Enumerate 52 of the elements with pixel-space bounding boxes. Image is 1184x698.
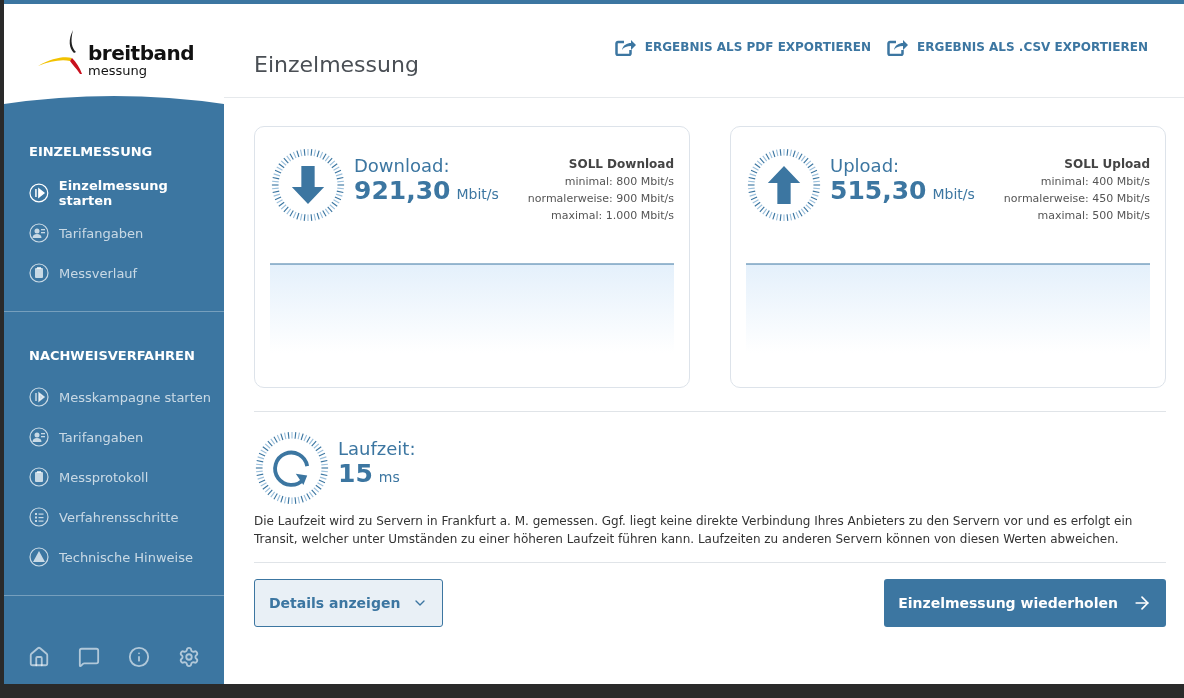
page-title: Einzelmessung bbox=[254, 52, 419, 79]
sidebar-item[interactable]: Tarifangaben bbox=[29, 417, 224, 457]
measurement-label: Download: bbox=[354, 155, 451, 176]
settings-icon[interactable] bbox=[178, 646, 200, 668]
share-icon bbox=[614, 38, 637, 56]
measurement-unit: Mbit/s bbox=[456, 186, 499, 202]
sidebar-item[interactable]: Messprotokoll bbox=[29, 457, 224, 497]
latency-gauge-icon bbox=[254, 430, 330, 506]
person-icon bbox=[29, 427, 49, 447]
latency-unit: ms bbox=[378, 469, 400, 485]
measurement-value: 515,30 bbox=[830, 176, 927, 205]
section-title: NACHWEISVERFAHREN bbox=[29, 348, 196, 363]
upload-gauge-icon bbox=[746, 147, 822, 223]
target-title: SOLL Upload bbox=[1064, 157, 1150, 171]
sidebar-item[interactable]: Messverlauf bbox=[29, 253, 224, 293]
logo-subtitle: messung bbox=[88, 64, 147, 78]
latency-note: Die Laufzeit wird zu Servern in Frankfurt a. M. gemessen. Ggf. liegt keine direkte Verbindung Ihres Anbieters zu den Servern vor und es erfolgt ein Transit, welcher unter Umständen zu einer höheren Laufzeit führen kann. Laufzeiten zu anderen Servern können von diesen Werten abweichen. bbox=[254, 513, 1134, 548]
download-gauge-icon bbox=[270, 147, 346, 223]
measurement-label: Upload: bbox=[830, 155, 901, 176]
latency-value: 15 bbox=[338, 459, 373, 488]
list-icon bbox=[29, 507, 49, 527]
section-title: EINZELMESSUNG bbox=[29, 144, 154, 159]
measurement-unit: Mbit/s bbox=[932, 186, 975, 202]
target-value: maximal: 1.000 Mbit/s bbox=[551, 209, 674, 222]
chat-icon[interactable] bbox=[78, 646, 100, 668]
info-icon[interactable] bbox=[128, 646, 150, 668]
sidebar-item[interactable]: Messkampagne starten bbox=[29, 377, 224, 417]
home-icon[interactable] bbox=[28, 646, 50, 668]
person-icon bbox=[29, 223, 49, 243]
target-value: maximal: 500 Mbit/s bbox=[1037, 209, 1150, 222]
export-link[interactable]: ERGEBNIS ALS PDF EXPORTIEREN bbox=[614, 38, 872, 56]
logo-wordmark: breitband bbox=[88, 42, 195, 64]
warning-icon bbox=[29, 547, 49, 567]
target-title: SOLL Download bbox=[568, 157, 674, 171]
sidebar-item[interactable]: Tarifangaben bbox=[29, 213, 224, 253]
export-link[interactable]: ERGEBNIS ALS .CSV EXPORTIEREN bbox=[887, 38, 1148, 56]
details-button[interactable]: Details anzeigen bbox=[254, 579, 444, 627]
share-icon bbox=[887, 38, 910, 56]
target-value: minimal: 400 Mbit/s bbox=[1040, 175, 1150, 188]
repeat-button[interactable]: Einzelmessung wiederholen bbox=[884, 579, 1166, 627]
measurement-value: 921,30 bbox=[354, 176, 451, 205]
clipboard-icon bbox=[29, 467, 49, 487]
target-value: minimal: 800 Mbit/s bbox=[564, 175, 674, 188]
sidebar-item[interactable]: Technische Hinweise bbox=[29, 537, 224, 577]
sidebar-item[interactable]: Einzelmessung starten bbox=[29, 173, 224, 213]
target-value: normalerweise: 450 Mbit/s bbox=[1003, 192, 1150, 205]
sidebar-item[interactable]: Verfahrensschritte bbox=[29, 497, 224, 537]
latency-label: Laufzeit: bbox=[338, 438, 416, 459]
play-icon bbox=[29, 387, 49, 407]
target-value: normalerweise: 900 Mbit/s bbox=[527, 192, 674, 205]
clipboard-icon bbox=[29, 263, 49, 283]
play-icon bbox=[29, 183, 49, 203]
